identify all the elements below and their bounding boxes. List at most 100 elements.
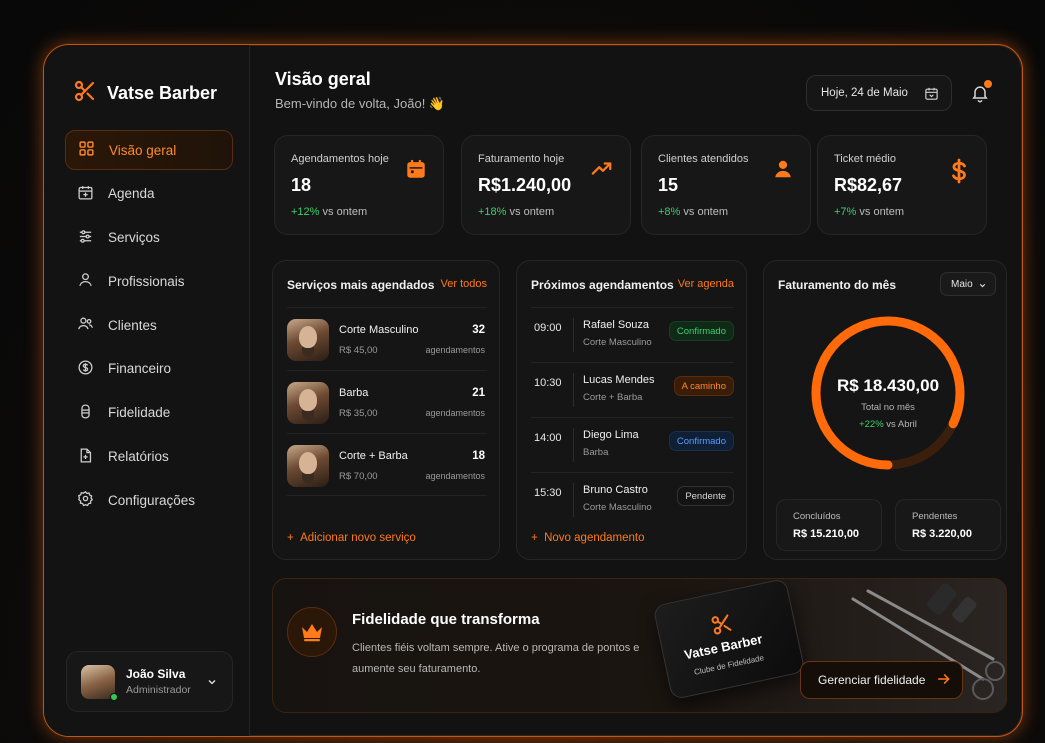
- app-window: Vatse Barber Visão geral Agenda Serviços…: [43, 44, 1023, 737]
- status-badge: Confirmado: [668, 321, 734, 341]
- notifications-button[interactable]: [970, 80, 992, 108]
- service-count: 21: [472, 387, 485, 399]
- loyalty-banner: Fidelidade que transforma Clientes fiéis…: [272, 578, 1007, 713]
- new-appointment-button[interactable]: + Novo agendamento: [531, 532, 645, 544]
- online-status-dot: [110, 692, 118, 701]
- revenue-progress-ring: R$ 18.430,00 Total no mês +22% vs Abril: [808, 313, 968, 473]
- service-count: 18: [472, 450, 485, 462]
- sidebar-item-servicos[interactable]: Serviços: [65, 218, 233, 258]
- manage-loyalty-button[interactable]: Gerenciar fidelidade: [800, 661, 963, 699]
- sidebar: Vatse Barber Visão geral Agenda Serviços…: [44, 45, 250, 736]
- revenue-delta: +22% vs Abril: [859, 419, 917, 430]
- sidebar-item-label: Clientes: [108, 317, 157, 333]
- grid-icon: [78, 140, 95, 160]
- sidebar-item-visao-geral[interactable]: Visão geral: [65, 130, 233, 170]
- service-count-unit: agendamentos: [425, 471, 485, 481]
- service-thumbnail: [287, 319, 329, 361]
- user-icon: [77, 271, 94, 291]
- dollar-icon: [948, 158, 970, 189]
- appointment-row[interactable]: 09:00 Rafael Souza Corte Masculino Confi…: [531, 307, 734, 362]
- sidebar-item-configuracoes[interactable]: Configurações: [65, 480, 233, 520]
- sidebar-item-label: Agenda: [108, 186, 155, 202]
- appointment-time: 14:00: [534, 432, 562, 444]
- user-menu[interactable]: João Silva Administrador: [66, 651, 233, 712]
- concluded-card: Concluídos R$ 15.210,00: [776, 499, 882, 551]
- panel-title: Próximos agendamentos: [531, 278, 674, 292]
- appointment-row[interactable]: 14:00 Diego Lima Barba Confirmado: [531, 417, 734, 472]
- calendar-icon: [77, 184, 94, 204]
- list-item[interactable]: Barba R$ 35,00 21 agendamentos: [287, 370, 487, 433]
- service-count-unit: agendamentos: [425, 408, 485, 418]
- appointments-panel: Próximos agendamentos Ver agenda 09:00 R…: [516, 260, 747, 560]
- month-select[interactable]: Maio: [940, 272, 996, 296]
- view-agenda-link[interactable]: Ver agenda: [678, 278, 734, 290]
- services-panel: Serviços mais agendados Ver todos Corte …: [272, 260, 500, 560]
- arrow-right-icon: [937, 673, 951, 688]
- panel-title: Serviços mais agendados: [287, 278, 435, 292]
- date-picker[interactable]: Hoje, 24 de Maio: [806, 75, 952, 111]
- appointment-row[interactable]: 15:30 Bruno Castro Corte Masculino Pende…: [531, 472, 734, 527]
- sidebar-item-label: Relatórios: [108, 449, 169, 465]
- brand[interactable]: Vatse Barber: [73, 79, 217, 108]
- notification-badge: [984, 80, 992, 88]
- crown-icon: [287, 607, 337, 657]
- sidebar-item-clientes[interactable]: Clientes: [65, 305, 233, 345]
- stat-delta: +8% vs ontem: [658, 206, 729, 218]
- service-name: Corte Masculino: [339, 324, 419, 336]
- client-name: Diego Lima: [583, 429, 639, 441]
- brand-name: Vatse Barber: [107, 83, 218, 103]
- user-icon: [772, 158, 794, 185]
- view-all-link[interactable]: Ver todos: [441, 278, 487, 290]
- service-price: R$ 35,00: [339, 408, 378, 419]
- calendar-icon: [405, 158, 427, 185]
- gear-icon: [77, 490, 94, 510]
- mini-label: Pendentes: [912, 511, 958, 522]
- appointment-time: 09:00: [534, 322, 562, 334]
- service-name: Barba: [339, 387, 369, 399]
- appointment-service: Corte Masculino: [583, 337, 652, 348]
- service-price: R$ 70,00: [339, 471, 378, 482]
- calendar-icon: [924, 86, 939, 104]
- sidebar-item-label: Visão geral: [109, 142, 177, 158]
- sidebar-item-label: Financeiro: [108, 361, 172, 377]
- add-service-button[interactable]: + Adicionar novo serviço: [287, 532, 416, 544]
- appointment-service: Barba: [583, 447, 609, 458]
- status-badge: A caminho: [673, 376, 734, 396]
- list-item[interactable]: Corte + Barba R$ 70,00 18 agendamentos: [287, 433, 487, 496]
- user-role: Administrador: [126, 684, 191, 696]
- stat-card-appointments: Agendamentos hoje 18 +12% vs ontem: [274, 135, 444, 235]
- chevron-down-icon[interactable]: [206, 675, 218, 693]
- sidebar-item-agenda[interactable]: Agenda: [65, 174, 233, 214]
- service-count-unit: agendamentos: [425, 345, 485, 355]
- sidebar-item-financeiro[interactable]: Financeiro: [65, 349, 233, 389]
- panel-title: Faturamento do mês: [778, 278, 897, 292]
- stat-card-ticket: Ticket médio R$82,67 +7% vs ontem: [817, 135, 987, 235]
- service-name: Corte + Barba: [339, 450, 408, 462]
- appointment-time: 10:30: [534, 377, 562, 389]
- loyalty-icon: [77, 403, 94, 423]
- user-name: João Silva: [126, 667, 186, 681]
- stat-card-clients: Clientes atendidos 15 +8% vs ontem: [641, 135, 811, 235]
- mini-label: Concluídos: [793, 511, 841, 522]
- stat-delta: +18% vs ontem: [478, 206, 555, 218]
- pending-card: Pendentes R$ 3.220,00: [895, 499, 1001, 551]
- divider: [573, 428, 574, 462]
- stat-card-revenue: Faturamento hoje R$1.240,00 +18% vs onte…: [461, 135, 631, 235]
- service-thumbnail: [287, 382, 329, 424]
- sidebar-item-profissionais[interactable]: Profissionais: [65, 261, 233, 301]
- divider: [573, 373, 574, 407]
- page-title: Visão geral: [275, 69, 371, 89]
- appointment-row[interactable]: 10:30 Lucas Mendes Corte + Barba A camin…: [531, 362, 734, 417]
- service-count: 32: [472, 324, 485, 336]
- sidebar-item-label: Profissionais: [108, 273, 185, 289]
- appointment-time: 15:30: [534, 487, 562, 499]
- sidebar-item-fidelidade[interactable]: Fidelidade: [65, 393, 233, 433]
- status-badge: Pendente: [677, 486, 734, 506]
- sidebar-item-relatorios[interactable]: Relatórios: [65, 437, 233, 477]
- users-icon: [77, 315, 94, 335]
- sidebar-item-label: Serviços: [108, 230, 160, 246]
- date-label: Hoje, 24 de Maio: [821, 87, 908, 99]
- plus-icon: +: [287, 532, 301, 544]
- status-badge: Confirmado: [668, 431, 734, 451]
- list-item[interactable]: Corte Masculino R$ 45,00 32 agendamentos: [287, 307, 487, 370]
